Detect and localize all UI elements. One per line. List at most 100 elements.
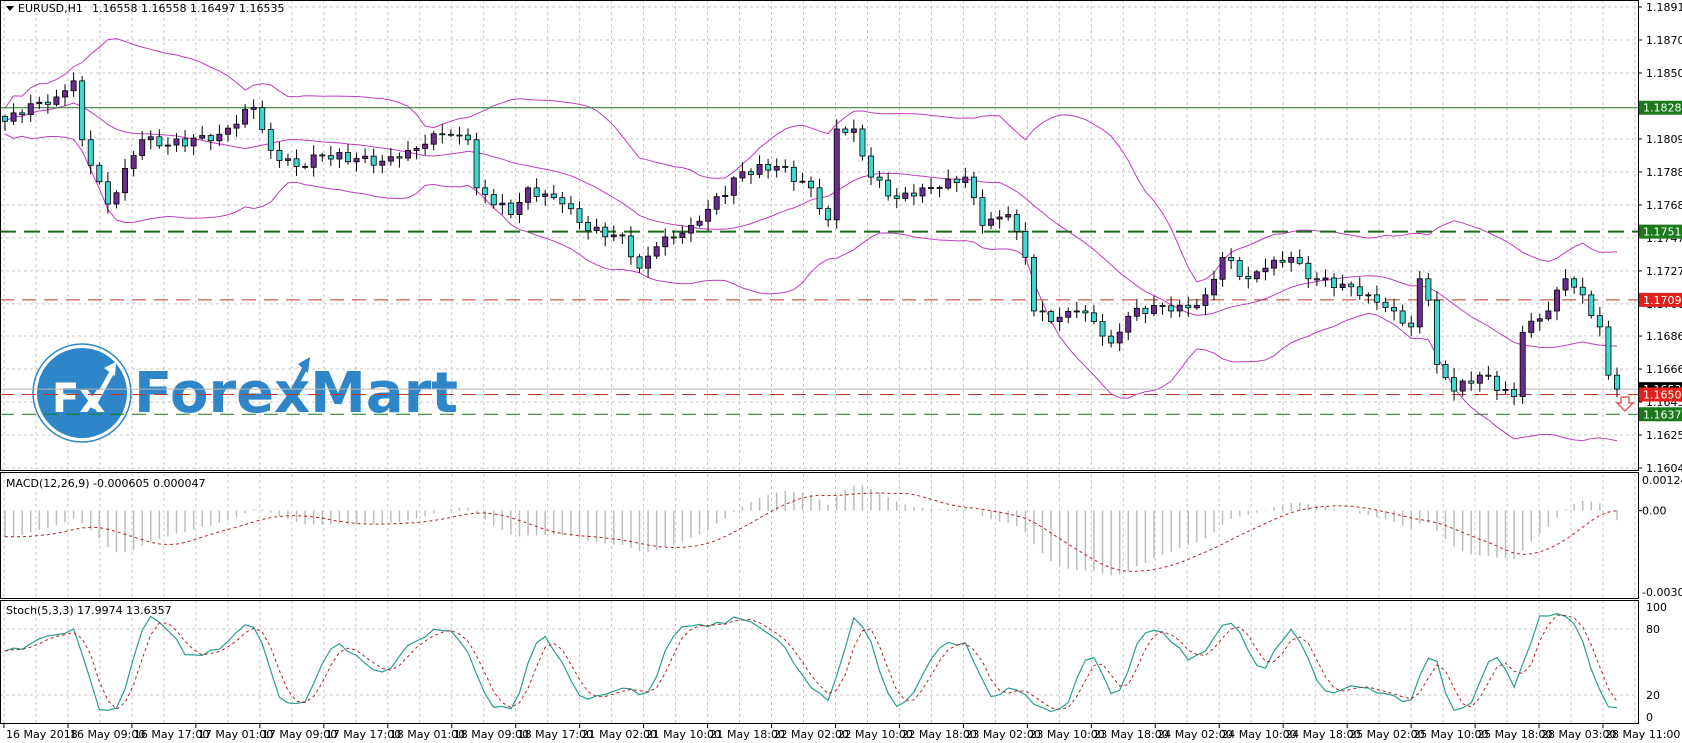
bull-candle	[422, 143, 429, 149]
bear-candle	[1236, 260, 1243, 277]
bull-candle	[850, 128, 857, 133]
bull-candle	[1502, 389, 1509, 391]
macd-label: MACD(12,26,9) -0.000605 0.000047	[6, 477, 205, 490]
bear-candle	[19, 112, 26, 115]
bear-candle	[156, 136, 163, 147]
bull-candle	[653, 246, 660, 257]
price-tick-label: 1.18090	[1646, 133, 1682, 146]
bull-candle	[242, 109, 249, 125]
bull-candle	[722, 194, 729, 198]
bear-candle	[465, 134, 471, 141]
trading-chart[interactable]: Fx ForexMart 1.18910 1.18705 1.18500 1.1809…	[0, 0, 1682, 743]
bear-candle	[1596, 315, 1603, 328]
bull-candle	[199, 135, 206, 139]
price-axis[interactable]: 1.18910 1.18705 1.18500 1.18090 1.17885 1.176…	[1638, 1, 1682, 724]
level-badge-label: 1.16502	[1643, 388, 1682, 401]
bull-candle	[1339, 283, 1346, 288]
time-axis[interactable]: 16 May 201816 May 09:0016 May 17:0017 Ma…	[3, 723, 1680, 741]
bear-candle	[1451, 377, 1458, 392]
level-badge-label: 1.17514	[1643, 226, 1682, 239]
level-badge-label: 1.18284	[1643, 102, 1682, 115]
price-tick-label: 1.17270	[1646, 265, 1682, 278]
bull-candle	[113, 192, 120, 205]
bull-candle	[525, 187, 532, 203]
dropdown-triangle-icon[interactable]	[6, 6, 14, 11]
bull-candle	[216, 133, 223, 142]
bull-candle	[1519, 331, 1526, 397]
bull-candle	[53, 96, 60, 105]
bear-candle	[182, 138, 189, 147]
macd-tick-label: -0.003057	[1642, 586, 1682, 599]
bull-candle	[593, 226, 600, 232]
bull-candle	[516, 201, 523, 215]
macd-tick-label: 0.00	[1642, 505, 1667, 518]
bear-candle	[1425, 278, 1432, 301]
bull-candle	[645, 255, 652, 269]
bull-candle	[1322, 277, 1329, 281]
bear-candle	[1313, 278, 1320, 281]
stoch-tick-label: 80	[1646, 623, 1660, 636]
bull-candle	[62, 90, 68, 98]
bear-candle	[953, 178, 960, 183]
bear-candle	[1391, 307, 1398, 312]
bollinger-upper-line	[4, 38, 1618, 283]
bull-candle	[10, 112, 17, 122]
bear-candle	[396, 156, 403, 159]
bear-candle	[104, 181, 111, 205]
price-tick-label: 1.16660	[1646, 363, 1682, 376]
bear-candle	[790, 166, 797, 182]
bear-candle	[1159, 305, 1166, 307]
bear-candle	[490, 194, 497, 206]
stoch-tick-label: 0	[1646, 711, 1653, 724]
bear-candle	[842, 128, 849, 133]
bull-candle	[962, 176, 969, 183]
bull-candle	[1005, 214, 1012, 218]
bull-candle	[687, 224, 694, 234]
bear-candle	[482, 187, 489, 195]
stoch-tick-label: 20	[1646, 689, 1660, 702]
bull-candle	[542, 193, 549, 197]
bear-candle	[1442, 363, 1449, 379]
bear-candle	[259, 107, 266, 130]
bear-candle	[1356, 286, 1363, 296]
bull-candle	[919, 187, 926, 197]
bull-candle	[713, 196, 720, 210]
price-tick-label: 1.17885	[1646, 166, 1682, 179]
bull-candle	[610, 234, 617, 238]
bear-candle	[44, 101, 51, 105]
bull-candle	[1476, 374, 1483, 384]
bull-candle	[1459, 380, 1466, 392]
bear-candle	[808, 180, 814, 189]
bear-candle	[439, 133, 446, 136]
bull-candle	[799, 180, 806, 183]
bull-candle	[1562, 278, 1569, 291]
bear-candle	[567, 203, 574, 210]
bull-candle	[996, 216, 1003, 220]
bear-candle	[782, 166, 789, 168]
stoch-label: Stoch(5,3,3) 17.9974 13.6357	[6, 604, 172, 617]
bear-candle	[550, 193, 557, 199]
bear-candle	[979, 197, 986, 226]
bear-candle	[473, 139, 480, 189]
bear-candle	[602, 226, 609, 238]
bear-candle	[936, 187, 943, 189]
bear-candle	[1382, 301, 1389, 308]
forexmart-logo: Fx ForexMart	[32, 343, 458, 443]
bull-candle	[1202, 294, 1209, 306]
bull-candle	[36, 101, 43, 105]
bull-candle	[1528, 320, 1535, 333]
bear-candle	[1030, 256, 1037, 312]
bull-candle	[1056, 316, 1063, 322]
bull-candle	[27, 103, 34, 115]
bull-candle	[1536, 318, 1543, 322]
sell-arrow-icon	[1615, 396, 1635, 412]
bear-candle	[748, 171, 754, 175]
bear-candle	[87, 139, 94, 166]
bull-candle	[1116, 331, 1123, 344]
price-tick-label: 1.18705	[1646, 34, 1682, 47]
bear-candle	[910, 192, 917, 197]
bull-candle	[1151, 305, 1157, 314]
bull-candle	[1133, 307, 1140, 317]
logo-text: ForexMart	[134, 361, 458, 426]
price-tick-label: 1.18500	[1646, 67, 1682, 80]
